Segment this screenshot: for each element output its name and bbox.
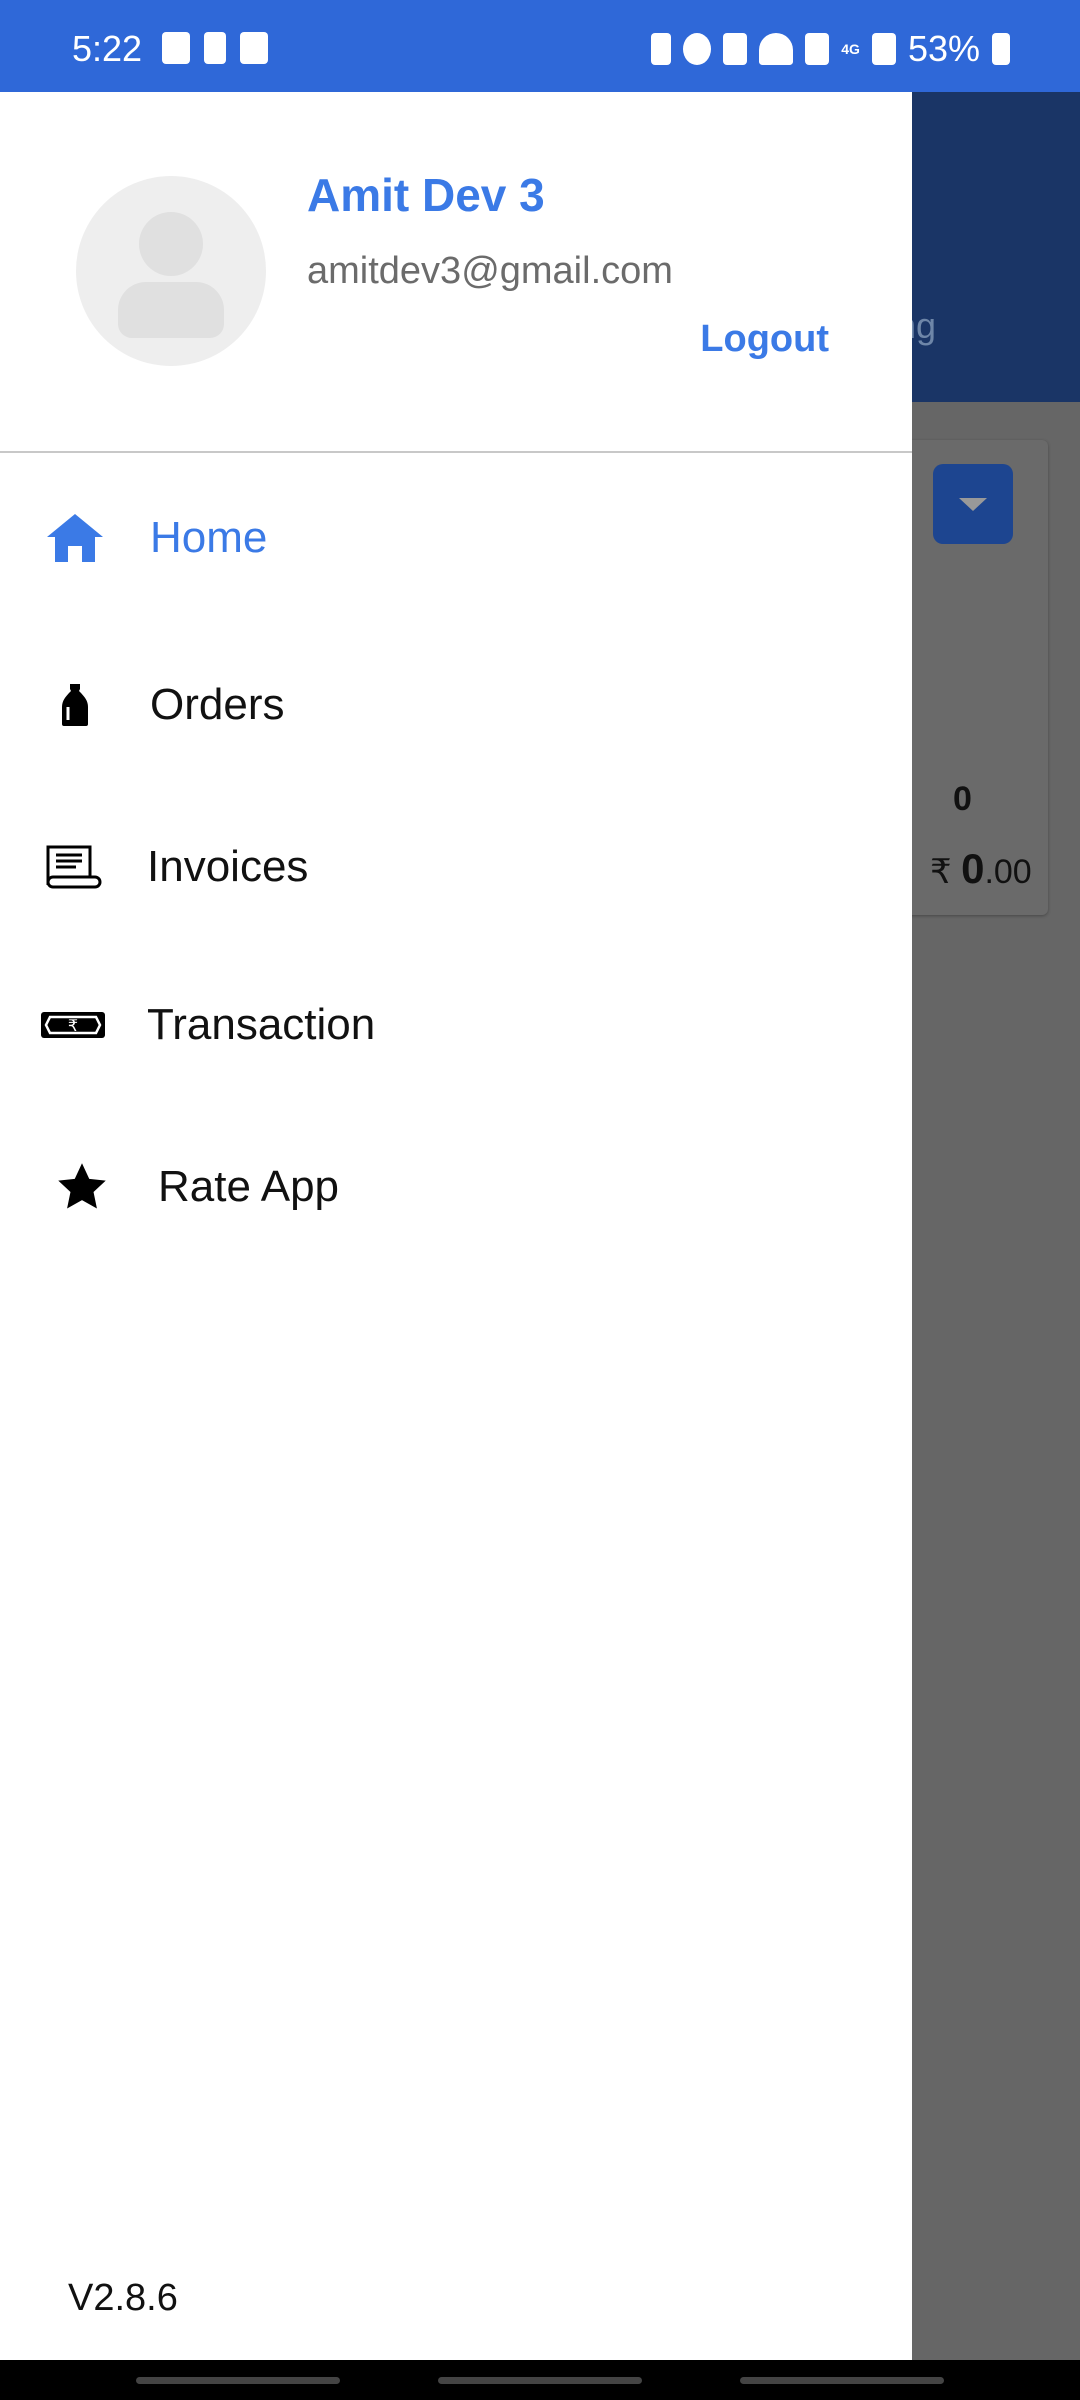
background-count: 0	[953, 780, 972, 818]
dropdown-icon	[933, 464, 1013, 544]
invoice-icon	[46, 845, 102, 889]
drawer-item-label: Invoices	[147, 842, 309, 891]
navigation-drawer: Amit Dev 3 amitdev3@gmail.com Logout Hom…	[0, 92, 912, 2360]
logout-button[interactable]: Logout	[700, 318, 829, 361]
nav-back-button[interactable]	[740, 2377, 944, 2384]
avatar	[76, 176, 266, 366]
bottle-icon	[62, 684, 88, 726]
image-icon	[162, 32, 190, 64]
star-icon	[58, 1163, 106, 1209]
user-name: Amit Dev 3	[307, 169, 545, 221]
background-amount: ₹ 0.00	[930, 845, 1032, 892]
nav-home-button[interactable]	[438, 2377, 642, 2384]
drawer-item-label: Transaction	[147, 1000, 376, 1049]
drawer-item-orders[interactable]: Orders	[0, 645, 912, 765]
alarm-icon	[683, 33, 712, 65]
signal-icon	[805, 33, 830, 65]
mute-icon	[723, 33, 748, 65]
app-version: V2.8.6	[68, 2277, 178, 2319]
drawer-item-label: Rate App	[158, 1162, 340, 1211]
drawer-item-transaction[interactable]: ₹ Transaction	[0, 965, 912, 1085]
status-bar: 5:22 4G 53%	[0, 0, 1080, 92]
accessibility-icon	[204, 32, 226, 64]
network-type: 4G	[841, 41, 860, 57]
device-icon	[240, 32, 268, 64]
drawer-item-invoices[interactable]: Invoices	[0, 807, 912, 927]
signal-roaming-icon	[871, 33, 896, 65]
nav-recents-button[interactable]	[136, 2377, 340, 2384]
divider	[0, 451, 912, 453]
home-icon	[47, 514, 103, 562]
drawer-item-home[interactable]: Home	[0, 478, 912, 598]
drawer-item-label: Home	[150, 513, 268, 562]
rupee-note-icon: ₹	[41, 1012, 105, 1038]
charging-icon	[992, 33, 1010, 65]
drawer-item-rate-app[interactable]: Rate App	[0, 1127, 912, 1247]
drawer-item-label: Orders	[150, 680, 285, 729]
user-email: amitdev3@gmail.com	[307, 250, 673, 292]
system-nav-bar	[0, 2360, 1080, 2400]
status-time: 5:22	[72, 28, 143, 69]
battery-percent: 53%	[907, 28, 980, 69]
wifi-icon	[759, 33, 794, 65]
battery-saver-icon	[651, 33, 672, 65]
svg-text:₹: ₹	[68, 1016, 78, 1035]
